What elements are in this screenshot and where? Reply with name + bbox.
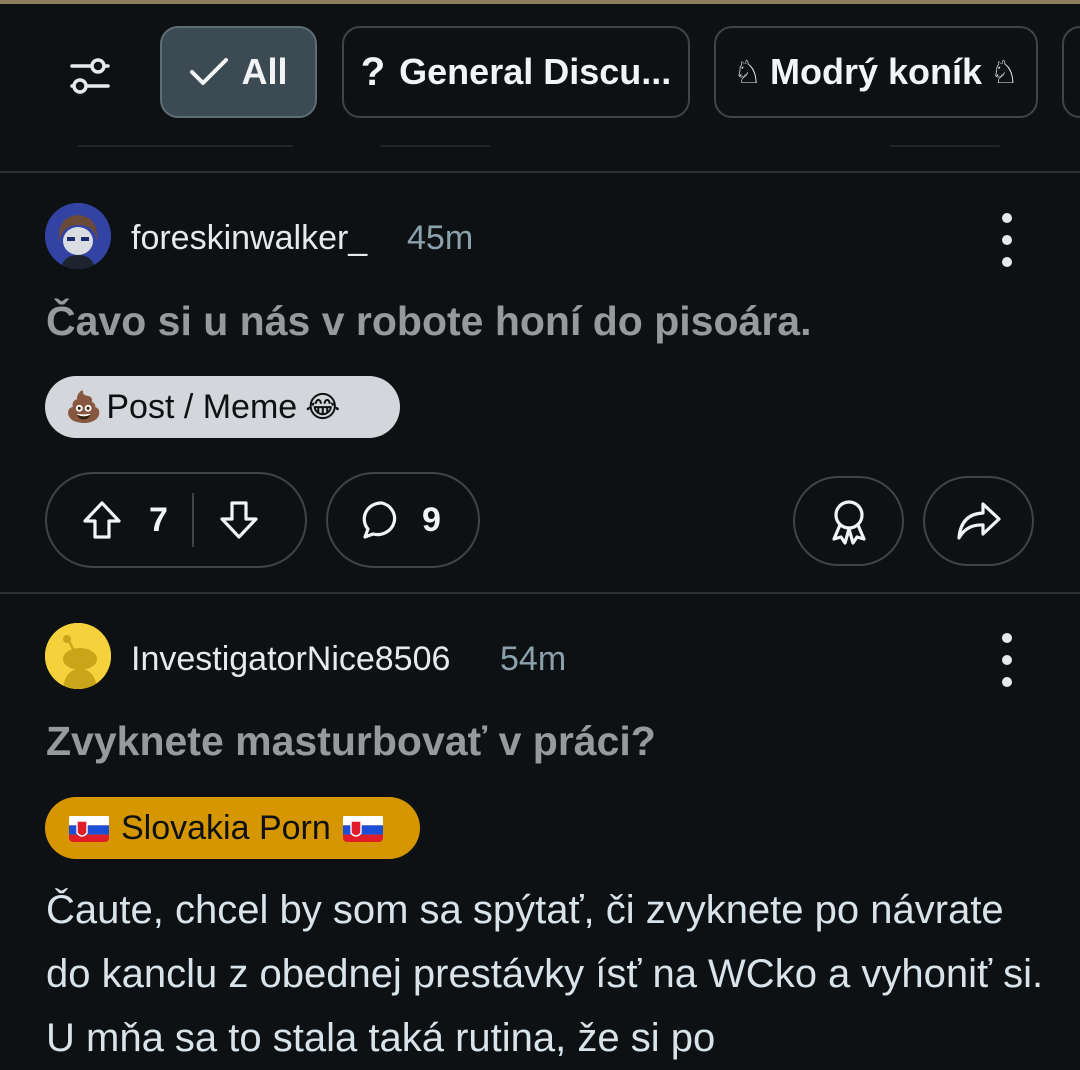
filter-chip-label: General Discu...: [399, 51, 672, 92]
post-title[interactable]: Čavo si u nás v robote honí do pisoára.: [46, 298, 811, 345]
filter-chip-next[interactable]: [1062, 26, 1080, 118]
downvote-icon[interactable]: [218, 499, 260, 541]
filter-chip-all[interactable]: All: [160, 26, 317, 118]
filter-settings-icon[interactable]: [62, 48, 118, 104]
filter-chip-modry-konik[interactable]: ♘ Modrý koník ♘: [714, 26, 1038, 118]
post-flair[interactable]: 💩 Post / Meme 😂: [45, 376, 400, 438]
filter-chip-general-discussion[interactable]: ? General Discu...: [342, 26, 690, 118]
chess-knight-icon: ♘: [990, 53, 1019, 91]
comment-bubble-icon: [360, 498, 404, 542]
avatar[interactable]: [45, 203, 111, 269]
post-author[interactable]: InvestigatorNice8506: [131, 640, 450, 679]
chip-underline: [890, 145, 1000, 147]
upvote-icon[interactable]: [81, 499, 123, 541]
award-icon: [827, 497, 871, 545]
divider: [0, 592, 1080, 594]
post-author[interactable]: foreskinwalker_: [131, 219, 367, 258]
award-button[interactable]: [793, 476, 904, 566]
comments-button[interactable]: 9: [326, 472, 480, 568]
more-options-icon[interactable]: [992, 213, 1022, 267]
slovakia-flag-icon: [69, 814, 109, 842]
filter-chip-label: Modrý koník: [769, 51, 983, 92]
poop-emoji-icon: 💩: [65, 390, 103, 424]
post-timestamp: 45m: [407, 219, 474, 257]
vote-separator: [191, 493, 194, 547]
comment-count: 9: [422, 500, 441, 539]
question-mark-icon: ?: [360, 49, 386, 94]
filter-chip-label: All: [241, 51, 288, 92]
divider: [0, 171, 1080, 173]
more-options-icon[interactable]: [992, 633, 1022, 687]
filter-bar: All ? General Discu... ♘ Modrý koník ♘: [0, 26, 1080, 124]
vote-count: 7: [149, 500, 168, 539]
vote-controls: 7: [45, 472, 307, 568]
flair-label: Slovakia Porn: [121, 808, 331, 847]
chess-knight-icon: ♘: [733, 53, 762, 91]
flair-label: Post / Meme: [106, 387, 298, 426]
laughing-emoji-icon: 😂: [305, 390, 341, 424]
post-timestamp: 54m: [500, 640, 567, 678]
slovakia-flag-icon: [342, 814, 383, 842]
chip-underline: [380, 145, 490, 147]
post-flair[interactable]: Slovakia Porn: [45, 797, 420, 859]
avatar[interactable]: [45, 623, 111, 689]
post-body-text[interactable]: Čaute, chcel by som sa spýtať, či zvykne…: [46, 878, 1046, 1070]
chip-underline: [78, 145, 293, 147]
share-arrow-icon: [955, 500, 1003, 542]
post-title[interactable]: Zvyknete masturbovať v práci?: [46, 718, 656, 765]
top-accent-line: [0, 0, 1080, 4]
checkmark-icon: [189, 57, 229, 87]
share-button[interactable]: [923, 476, 1034, 566]
